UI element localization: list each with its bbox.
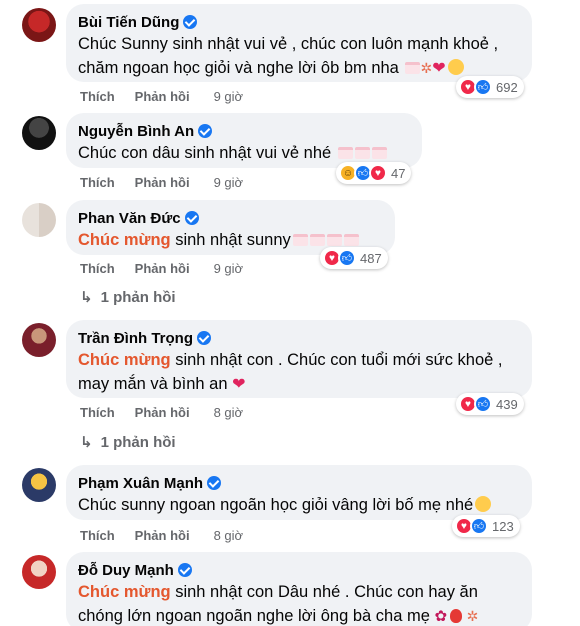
cake-emoji-icon [337, 147, 353, 159]
reply-link[interactable]: Phản hồi [135, 261, 190, 276]
comment-actions: Thích Phản hồi 8 giờ [80, 528, 243, 543]
reaction-summary[interactable]: ♥ 👍︎ 487 [320, 247, 388, 269]
reply-arrow-icon: ↳ [80, 434, 93, 451]
comment-text: chóng lớn ngoan ngoãn nghe lời ông bà ch… [78, 604, 520, 626]
like-reaction-icon: 👍︎ [338, 249, 356, 267]
cake-emoji-icon [292, 234, 308, 246]
reply-link[interactable]: Phản hồi [135, 175, 190, 190]
cake-emoji-icon [354, 147, 370, 159]
comment-bubble: Phạm Xuân Mạnh Chúc sunny ngoan ngoãn họ… [66, 465, 532, 520]
like-reaction-icon: 👍︎ [470, 517, 488, 535]
verified-badge-icon [197, 331, 211, 345]
like-link[interactable]: Thích [80, 89, 115, 104]
cake-emoji-icon [326, 234, 342, 246]
cake-emoji-icon [343, 234, 359, 246]
comment-actions: Thích Phản hồi 9 giờ [80, 261, 243, 276]
timestamp[interactable]: 8 giờ [214, 405, 244, 420]
verified-badge-icon [184, 211, 199, 225]
comment-bubble: Nguyễn Bình An Chúc con dâu sinh nhật vu… [66, 113, 422, 168]
reply-link[interactable]: Phản hồi [135, 405, 190, 420]
comment-actions: Thích Phản hồi 8 giờ [80, 405, 243, 420]
like-link[interactable]: Thích [80, 528, 115, 543]
smile-emoji-icon [447, 59, 464, 75]
timestamp[interactable]: 9 giờ [214, 175, 244, 190]
avatar[interactable] [22, 555, 56, 589]
verified-badge-icon [177, 563, 192, 577]
commenter-name[interactable]: Nguyễn Bình An [78, 123, 194, 140]
verified-badge-icon [183, 15, 198, 29]
comment-actions: Thích Phản hồi 9 giờ [80, 175, 243, 190]
like-reaction-icon: 👍︎ [474, 395, 492, 413]
reply-link[interactable]: Phản hồi [135, 89, 190, 104]
avatar[interactable] [22, 468, 56, 502]
view-replies-link[interactable]: ↳ 1 phản hồi [80, 433, 176, 452]
comment-text: may mắn và bình an ❤ [78, 375, 246, 393]
flower-emoji-icon: ✿ [434, 608, 448, 625]
avatar[interactable] [22, 323, 56, 357]
comment-bubble: Trần Đình Trọng Chúc mừng sinh nhật con … [66, 320, 532, 398]
verified-badge-icon [198, 124, 213, 138]
reaction-summary[interactable]: ☺ 👍︎ ♥ 47 [336, 162, 412, 184]
cake-emoji-icon [309, 234, 325, 246]
reply-link[interactable]: Phản hồi [135, 528, 190, 543]
balloon-emoji-icon [450, 609, 463, 623]
avatar[interactable] [22, 203, 56, 237]
like-link[interactable]: Thích [80, 261, 115, 276]
commenter-name[interactable]: Trần Đình Trọng [78, 330, 193, 347]
comment-text: Chúc Sunny sinh nhật vui vẻ , chúc con l… [78, 35, 499, 53]
reaction-count: 439 [496, 396, 518, 412]
like-link[interactable]: Thích [80, 175, 115, 190]
heart-emoji-icon: ❤ [432, 60, 446, 77]
heart-reaction-icon: ♥ [369, 164, 387, 182]
commenter-name[interactable]: Phạm Xuân Mạnh [78, 475, 203, 492]
commenter-name[interactable]: Đỗ Duy Mạnh [78, 562, 174, 579]
comment-text: Chúc mừng sinh nhật con . Chúc con tuổi … [78, 351, 503, 369]
verified-badge-icon [207, 476, 222, 490]
heart-emoji-icon: ❤ [232, 376, 246, 393]
heart-eyes-emoji-icon [475, 496, 492, 512]
reply-arrow-icon: ↳ [80, 289, 93, 306]
cake-emoji-icon [371, 147, 387, 159]
comment-text: chăm ngoan học giỏi và nghe lời ôb bm nh… [78, 56, 520, 81]
reaction-summary[interactable]: ♥ 👍︎ 123 [452, 515, 520, 537]
reaction-summary[interactable]: ♥ 👍︎ 692 [456, 76, 524, 98]
reaction-count: 692 [496, 79, 518, 95]
avatar[interactable] [22, 8, 56, 42]
avatar[interactable] [22, 116, 56, 150]
party-emoji-icon: ✲ [466, 608, 479, 624]
reaction-count: 47 [391, 165, 406, 181]
comment-text: Chúc mừng sinh nhật con Dâu nhé . Chúc c… [78, 583, 478, 601]
reaction-summary[interactable]: ♥ 👍︎ 439 [456, 393, 524, 415]
commenter-name[interactable]: Phan Văn Đức [78, 210, 181, 227]
like-link[interactable]: Thích [80, 405, 115, 420]
confetti-emoji-icon: ✲ [420, 60, 433, 76]
like-reaction-icon: 👍︎ [474, 78, 492, 96]
timestamp[interactable]: 9 giờ [214, 261, 244, 276]
commenter-name[interactable]: Bùi Tiến Dũng [78, 14, 179, 31]
comment-actions: Thích Phản hồi 9 giờ [80, 89, 243, 104]
timestamp[interactable]: 8 giờ [214, 528, 244, 543]
comment-bubble: Đỗ Duy Mạnh Chúc mừng sinh nhật con Dâu … [66, 552, 532, 626]
comment-bubble: Bùi Tiến Dũng Chúc Sunny sinh nhật vui v… [66, 4, 532, 82]
comment-text: Chúc sunny ngoan ngoãn học giỏi vâng lời… [78, 493, 520, 517]
view-replies-link[interactable]: ↳ 1 phản hồi [80, 288, 176, 307]
reaction-count: 123 [492, 518, 514, 534]
reaction-count: 487 [360, 250, 382, 266]
timestamp[interactable]: 9 giờ [214, 89, 244, 104]
cake-emoji-icon [405, 62, 421, 74]
